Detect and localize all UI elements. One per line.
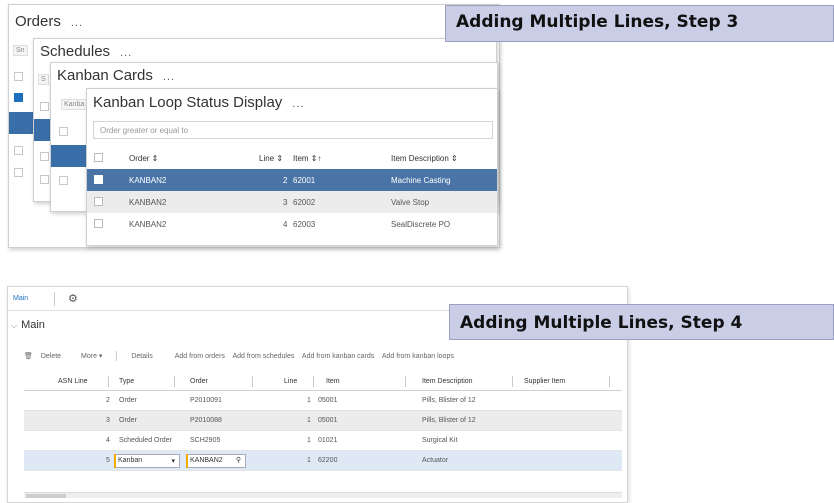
table-row[interactable]: KANBAN2 3 62002 Valve Stop xyxy=(87,191,497,213)
scrollbar-thumb[interactable] xyxy=(26,494,66,498)
toolbar-divider xyxy=(116,351,118,361)
kanban-cards-more-icon[interactable]: ... xyxy=(163,71,175,83)
table-row-editing[interactable]: 5 Kanban ▾ KANBAN2 ⚲ 1 62200 Actuator xyxy=(24,451,622,471)
order-filter-input[interactable]: Order greater or equal to xyxy=(93,121,493,139)
select-all-checkbox[interactable] xyxy=(94,153,103,162)
schedules-tab-stub[interactable]: S xyxy=(38,74,49,85)
kanban-cards-panel-title: Kanban Cards... xyxy=(57,67,176,84)
kanban-cards-row-checkbox[interactable] xyxy=(59,127,68,136)
col-item[interactable]: Item xyxy=(326,378,340,385)
kanban-loop-status-title: Kanban Loop Status Display... xyxy=(93,94,305,111)
more-button[interactable]: More ▾ xyxy=(81,353,102,360)
tab-divider xyxy=(54,292,55,306)
table-row[interactable]: KANBAN2 4 62003 SealDiscrete PO xyxy=(87,213,497,235)
orders-selected-row[interactable] xyxy=(9,112,35,134)
chevron-down-icon[interactable]: ⌵ xyxy=(11,321,17,330)
horizontal-scrollbar[interactable] xyxy=(24,492,622,498)
add-from-kanban-cards-button[interactable]: Add from kanban cards xyxy=(302,353,374,360)
row-checkbox[interactable] xyxy=(94,219,103,228)
search-icon[interactable]: ⚲ xyxy=(236,456,241,464)
dropdown-arrow-icon[interactable]: ▾ xyxy=(171,457,175,465)
col-asn-line[interactable]: ASN Line xyxy=(58,378,88,385)
col-order[interactable]: Order xyxy=(190,378,208,385)
type-select[interactable]: Kanban ▾ xyxy=(114,454,180,468)
col-type[interactable]: Type xyxy=(119,378,134,385)
table-row[interactable]: KANBAN2 2 62001 Machine Casting xyxy=(87,169,497,191)
orders-row-checkbox[interactable] xyxy=(14,146,23,155)
col-item[interactable]: Item ⇕↑ xyxy=(293,154,321,163)
orders-row-checkbox[interactable] xyxy=(14,93,23,102)
asn-lines-grid: ASN Line Type Order Line Item Item Descr… xyxy=(24,373,622,471)
col-item-description[interactable]: Item Description ⇕ xyxy=(391,154,458,163)
tab-main[interactable]: Main xyxy=(13,295,28,302)
kanban-loop-more-icon[interactable]: ... xyxy=(292,98,304,110)
trash-icon: 🗑 xyxy=(24,352,33,360)
orders-more-icon[interactable]: ... xyxy=(71,17,83,29)
schedules-panel-title: Schedules... xyxy=(40,43,133,60)
row-checkbox[interactable] xyxy=(94,197,103,206)
schedules-row-checkbox[interactable] xyxy=(40,152,49,161)
row-checkbox[interactable] xyxy=(94,175,103,184)
col-item-description[interactable]: Item Description xyxy=(422,378,473,385)
main-section-header[interactable]: ⌵ Main xyxy=(11,319,45,331)
table-row[interactable]: 3 Order P2010088 1 05001 Pills, Blister … xyxy=(24,411,622,431)
details-button[interactable]: Details xyxy=(131,353,152,360)
order-lookup-input[interactable]: KANBAN2 ⚲ xyxy=(186,454,246,468)
kanban-cards-tab-stub[interactable]: Kanba xyxy=(61,99,88,110)
delete-button[interactable]: 🗑 Delete xyxy=(24,353,67,360)
schedules-row-checkbox[interactable] xyxy=(40,175,49,184)
col-line[interactable]: Line xyxy=(284,378,297,385)
schedules-row-checkbox[interactable] xyxy=(40,102,49,111)
add-from-kanban-loops-button[interactable]: Add from kanban loops xyxy=(382,353,454,360)
col-supplier-item[interactable]: Supplier Item xyxy=(524,378,565,385)
loop-grid-header: Order ⇕ Line ⇕ Item ⇕↑ Item Description … xyxy=(87,147,497,169)
col-order[interactable]: Order ⇕ xyxy=(129,154,158,163)
kanban-cards-row-checkbox[interactable] xyxy=(59,176,68,185)
table-row[interactable]: 2 Order P2010091 1 05001 Pills, Blister … xyxy=(24,391,622,411)
col-line[interactable]: Line ⇕ xyxy=(259,154,283,163)
orders-tab-stub[interactable]: Sn xyxy=(13,45,28,56)
table-row[interactable]: 4 Scheduled Order SCH2905 1 01021 Surgic… xyxy=(24,431,622,451)
kanban-cards-selected-row[interactable] xyxy=(51,145,87,167)
orders-panel-title: Orders... xyxy=(15,13,84,30)
gear-icon[interactable]: ⚙ xyxy=(68,292,78,305)
grid-toolbar: 🗑 Delete More ▾ Details Add from orders … xyxy=(24,351,460,361)
add-from-orders-button[interactable]: Add from orders xyxy=(175,353,225,360)
step4-callout: Adding Multiple Lines, Step 4 xyxy=(449,304,834,340)
orders-row-checkbox[interactable] xyxy=(14,72,23,81)
orders-row-checkbox[interactable] xyxy=(14,168,23,177)
schedules-more-icon[interactable]: ... xyxy=(120,47,132,59)
kanban-loop-status-panel: Kanban Loop Status Display... Order grea… xyxy=(86,88,498,246)
step3-callout: Adding Multiple Lines, Step 3 xyxy=(445,5,834,42)
asn-grid-header: ASN Line Type Order Line Item Item Descr… xyxy=(24,373,622,391)
add-from-schedules-button[interactable]: Add from schedules xyxy=(232,353,294,360)
